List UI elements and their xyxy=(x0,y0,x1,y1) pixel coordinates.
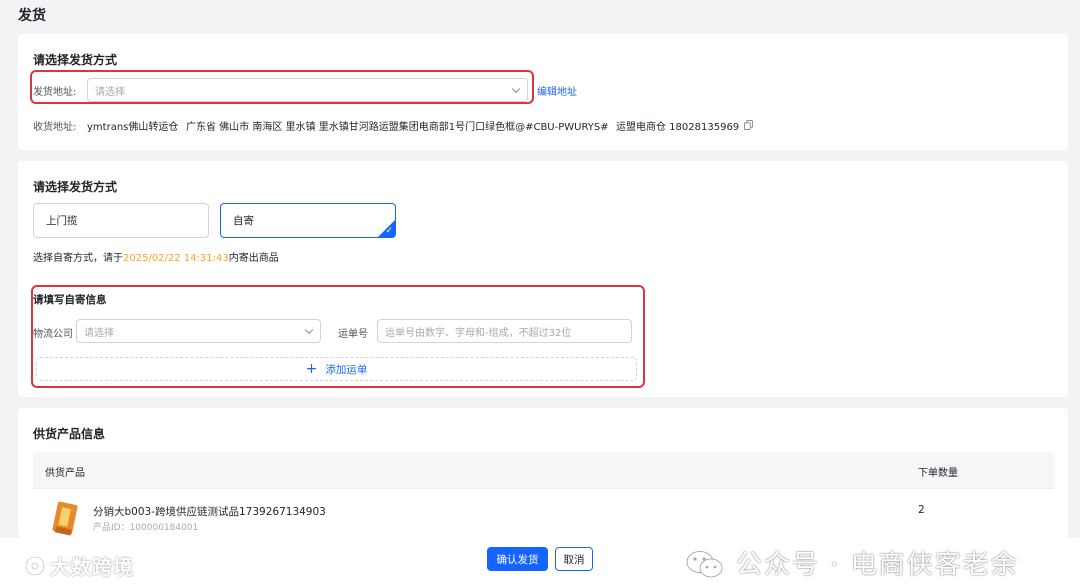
method-option-label: 上门揽 xyxy=(46,215,78,227)
notice-suffix: 内寄出商品 xyxy=(228,253,279,264)
wechat-icon xyxy=(686,551,723,578)
add-tracking-button[interactable]: + 添加运单 xyxy=(36,357,637,381)
logistics-placeholder: 请选择 xyxy=(84,327,114,339)
product-thumbnail xyxy=(52,501,78,536)
check-icon: ✓ xyxy=(385,226,393,236)
receiver-name: ymtrans佛山转运仓 xyxy=(87,122,179,133)
receive-address-label: 收货地址: xyxy=(33,122,77,133)
product-id: 产品ID：100000184001 xyxy=(93,523,199,533)
watermark-right-text: 公众号 · 电商侠客老余 xyxy=(736,550,1019,580)
product-section-title: 供货产品信息 xyxy=(33,427,106,441)
method-card-section: 请选择发货方式 上门揽 自寄 ✓ 选择自寄方式，请于2025/02/22 14:… xyxy=(18,161,1068,397)
chevron-down-icon xyxy=(304,325,314,335)
edit-address-link[interactable]: 编辑地址 xyxy=(537,83,577,98)
tracking-label: 运单号 xyxy=(338,329,368,340)
footer-bar: 大数跨境 确认发货 取消 公众号 · 电商侠客老余 xyxy=(0,538,1080,586)
chevron-down-icon xyxy=(511,84,521,94)
method-option-label: 自寄 xyxy=(233,215,254,227)
logistics-label: 物流公司 xyxy=(33,329,73,340)
copy-icon[interactable] xyxy=(744,120,753,130)
plus-icon: + xyxy=(305,361,318,377)
method-notice: 选择自寄方式，请于2025/02/22 14:31:43内寄出商品 xyxy=(33,249,279,264)
logistics-select[interactable]: 请选择 xyxy=(76,319,321,343)
ship-address-label: 发货地址: xyxy=(33,87,77,98)
column-header-product: 供货产品 xyxy=(45,468,85,479)
watermark-left-text: 大数跨境 xyxy=(50,555,134,579)
watermark-logo-icon xyxy=(24,555,46,576)
product-table-header: 供货产品 下单数量 xyxy=(33,452,1054,489)
address-card: 请选择发货方式 发货地址: 请选择 编辑地址 收货地址: ymtrans佛山转运… xyxy=(18,34,1068,150)
notice-prefix: 选择自寄方式，请于 xyxy=(33,253,123,264)
receiver-address: 广东省 佛山市 南海区 里水镇 里水镇甘河路运盟集团电商部1号门口绿色框@#CB… xyxy=(186,122,609,133)
address-section-title: 请选择发货方式 xyxy=(33,53,118,67)
cancel-button[interactable]: 取消 xyxy=(555,547,593,571)
column-header-quantity: 下单数量 xyxy=(918,468,958,479)
method-option-pickup[interactable]: 上门揽 xyxy=(33,203,209,238)
watermark-left: 大数跨境 xyxy=(24,551,134,580)
product-quantity: 2 xyxy=(918,504,925,516)
ship-address-placeholder: 请选择 xyxy=(95,86,125,98)
product-name: 分销大b003-跨境供应链测试品1739267134903 xyxy=(93,506,326,518)
tracking-input[interactable]: 运单号由数字、字母和-组成，不超过32位 xyxy=(377,319,632,343)
method-section-title: 请选择发货方式 xyxy=(33,180,118,194)
add-tracking-label: 添加运单 xyxy=(325,363,368,376)
page-title: 发货 xyxy=(18,8,46,24)
confirm-ship-button[interactable]: 确认发货 xyxy=(487,547,548,571)
self-ship-title: 请填写自寄信息 xyxy=(33,294,107,306)
ship-address-select[interactable]: 请选择 xyxy=(87,78,528,102)
tracking-placeholder: 运单号由数字、字母和-组成，不超过32位 xyxy=(385,327,572,339)
product-card: 供货产品信息 供货产品 下单数量 分销大b003-跨境供应链测试品1739267… xyxy=(18,408,1068,538)
notice-deadline: 2025/02/22 14:31:43 xyxy=(123,253,229,264)
method-option-self-ship[interactable]: 自寄 ✓ xyxy=(220,203,396,238)
receiver-contact: 运盟电商仓 18028135969 xyxy=(616,122,740,133)
